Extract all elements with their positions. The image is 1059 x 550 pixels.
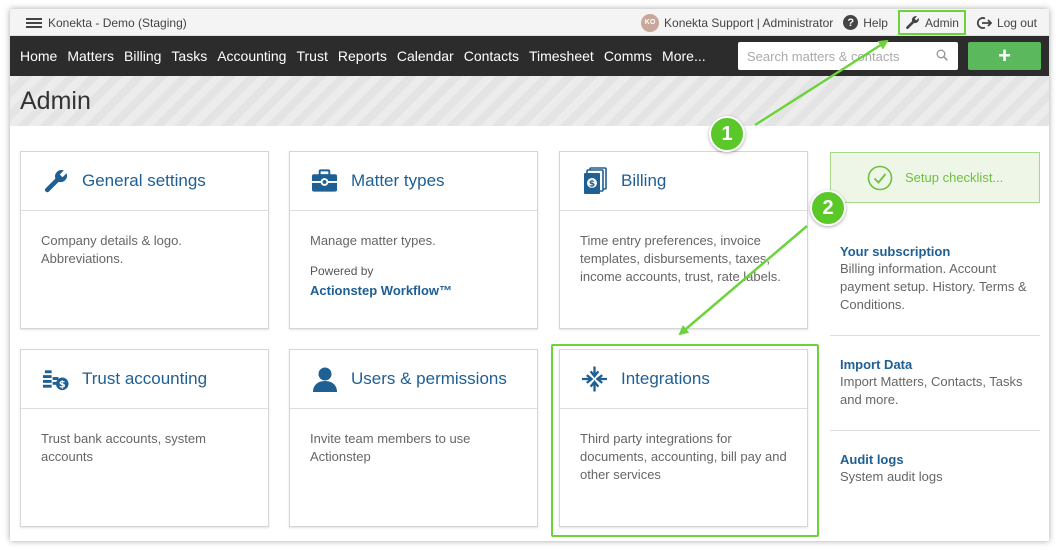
admin-link[interactable]: Admin [897, 10, 966, 35]
sidebar-divider [830, 430, 1040, 431]
subscription-description: Billing information. Account payment set… [840, 261, 1027, 312]
powered-by-label: Powered by [310, 264, 374, 278]
sidebar-divider [830, 335, 1040, 336]
nav-item-contacts[interactable]: Contacts [464, 48, 519, 64]
main-nav: Home Matters Billing Tasks Accounting Tr… [10, 36, 1049, 76]
step-badge-2: 2 [810, 190, 846, 226]
hamburger-menu-icon[interactable] [26, 17, 42, 29]
invoice-icon: $ [581, 167, 608, 195]
wrench-icon [906, 16, 919, 29]
setup-checklist-button[interactable]: Setup checklist... [830, 152, 1040, 203]
logout-link[interactable]: Log out [976, 16, 1037, 30]
svg-text:$: $ [588, 180, 594, 190]
sidebar-import-data: Import Data Import Matters, Contacts, Ta… [830, 357, 1040, 409]
card-description: Invite team members to use Actionstep [310, 431, 471, 464]
card-users-permissions[interactable]: Users & permissions Invite team members … [289, 349, 538, 527]
user-label: Konekta Support | Administrator [664, 15, 834, 30]
import-data-link[interactable]: Import Data [840, 357, 1040, 372]
wrench-icon [42, 168, 69, 195]
sidebar-audit-logs: Audit logs System audit logs [830, 452, 1040, 486]
nav-item-home[interactable]: Home [20, 48, 57, 64]
avatar: KO [641, 13, 660, 32]
logout-label: Log out [996, 15, 1037, 30]
card-title: Billing [621, 171, 667, 190]
nav-item-reports[interactable]: Reports [338, 48, 387, 64]
step-badge-1: 1 [709, 116, 745, 152]
card-general-settings[interactable]: General settings Company details & logo.… [20, 151, 269, 329]
toolbox-icon [311, 168, 338, 195]
sidebar-subscription: Your subscription Billing information. A… [830, 244, 1040, 314]
page-title: Admin [20, 87, 91, 115]
audit-logs-link[interactable]: Audit logs [840, 452, 1040, 467]
logout-icon [976, 16, 992, 29]
nav-item-comms[interactable]: Comms [604, 48, 652, 64]
card-trust-accounting[interactable]: $ Trust accounting Trust bank accounts, … [20, 349, 269, 527]
admin-label: Admin [924, 15, 959, 30]
help-label: Help [863, 15, 888, 30]
check-circle-icon [867, 165, 893, 190]
card-description: Trust bank accounts, system accounts [41, 431, 206, 464]
search-input[interactable] [738, 42, 958, 70]
help-link[interactable]: ? Help [843, 15, 888, 30]
setup-checklist-label: Setup checklist... [905, 170, 1004, 185]
subscription-link[interactable]: Your subscription [840, 244, 1040, 259]
user-menu[interactable]: KO Konekta Support | Administrator [641, 13, 834, 32]
nav-item-timesheet[interactable]: Timesheet [529, 48, 594, 64]
nav-item-more[interactable]: More... [662, 48, 706, 64]
nav-item-billing[interactable]: Billing [124, 48, 161, 64]
coins-icon: $ [42, 366, 69, 393]
audit-logs-description: System audit logs [840, 469, 943, 484]
actionstep-workflow-link[interactable]: Actionstep Workflow™ [310, 282, 517, 300]
svg-text:$: $ [59, 380, 66, 391]
help-icon: ? [843, 15, 859, 30]
top-bar: Konekta - Demo (Staging) KO Konekta Supp… [10, 9, 1049, 36]
nav-item-matters[interactable]: Matters [67, 48, 114, 64]
user-icon [311, 366, 338, 393]
card-title: Users & permissions [351, 369, 507, 388]
import-data-description: Import Matters, Contacts, Tasks and more… [840, 374, 1023, 407]
integrations-highlight [551, 344, 819, 537]
page-header: Admin [10, 76, 1049, 126]
card-matter-types[interactable]: Matter types Manage matter types. Powere… [289, 151, 538, 329]
card-description: Company details & logo. Abbreviations. [41, 233, 182, 266]
card-title: Matter types [351, 171, 445, 190]
nav-item-calendar[interactable]: Calendar [397, 48, 454, 64]
app-title: Konekta - Demo (Staging) [48, 16, 187, 30]
card-title: Trust accounting [82, 369, 208, 388]
card-description: Manage matter types. [310, 233, 436, 248]
nav-item-tasks[interactable]: Tasks [171, 48, 207, 64]
app-window: Konekta - Demo (Staging) KO Konekta Supp… [10, 9, 1049, 541]
nav-item-trust[interactable]: Trust [296, 48, 327, 64]
search-icon [936, 49, 948, 61]
card-description: Time entry preferences, invoice template… [580, 233, 781, 284]
card-billing[interactable]: $ Billing Time entry preferences, invoic… [559, 151, 808, 329]
nav-item-accounting[interactable]: Accounting [217, 48, 286, 64]
card-title: General settings [82, 171, 206, 190]
add-button[interactable]: + [968, 42, 1041, 70]
